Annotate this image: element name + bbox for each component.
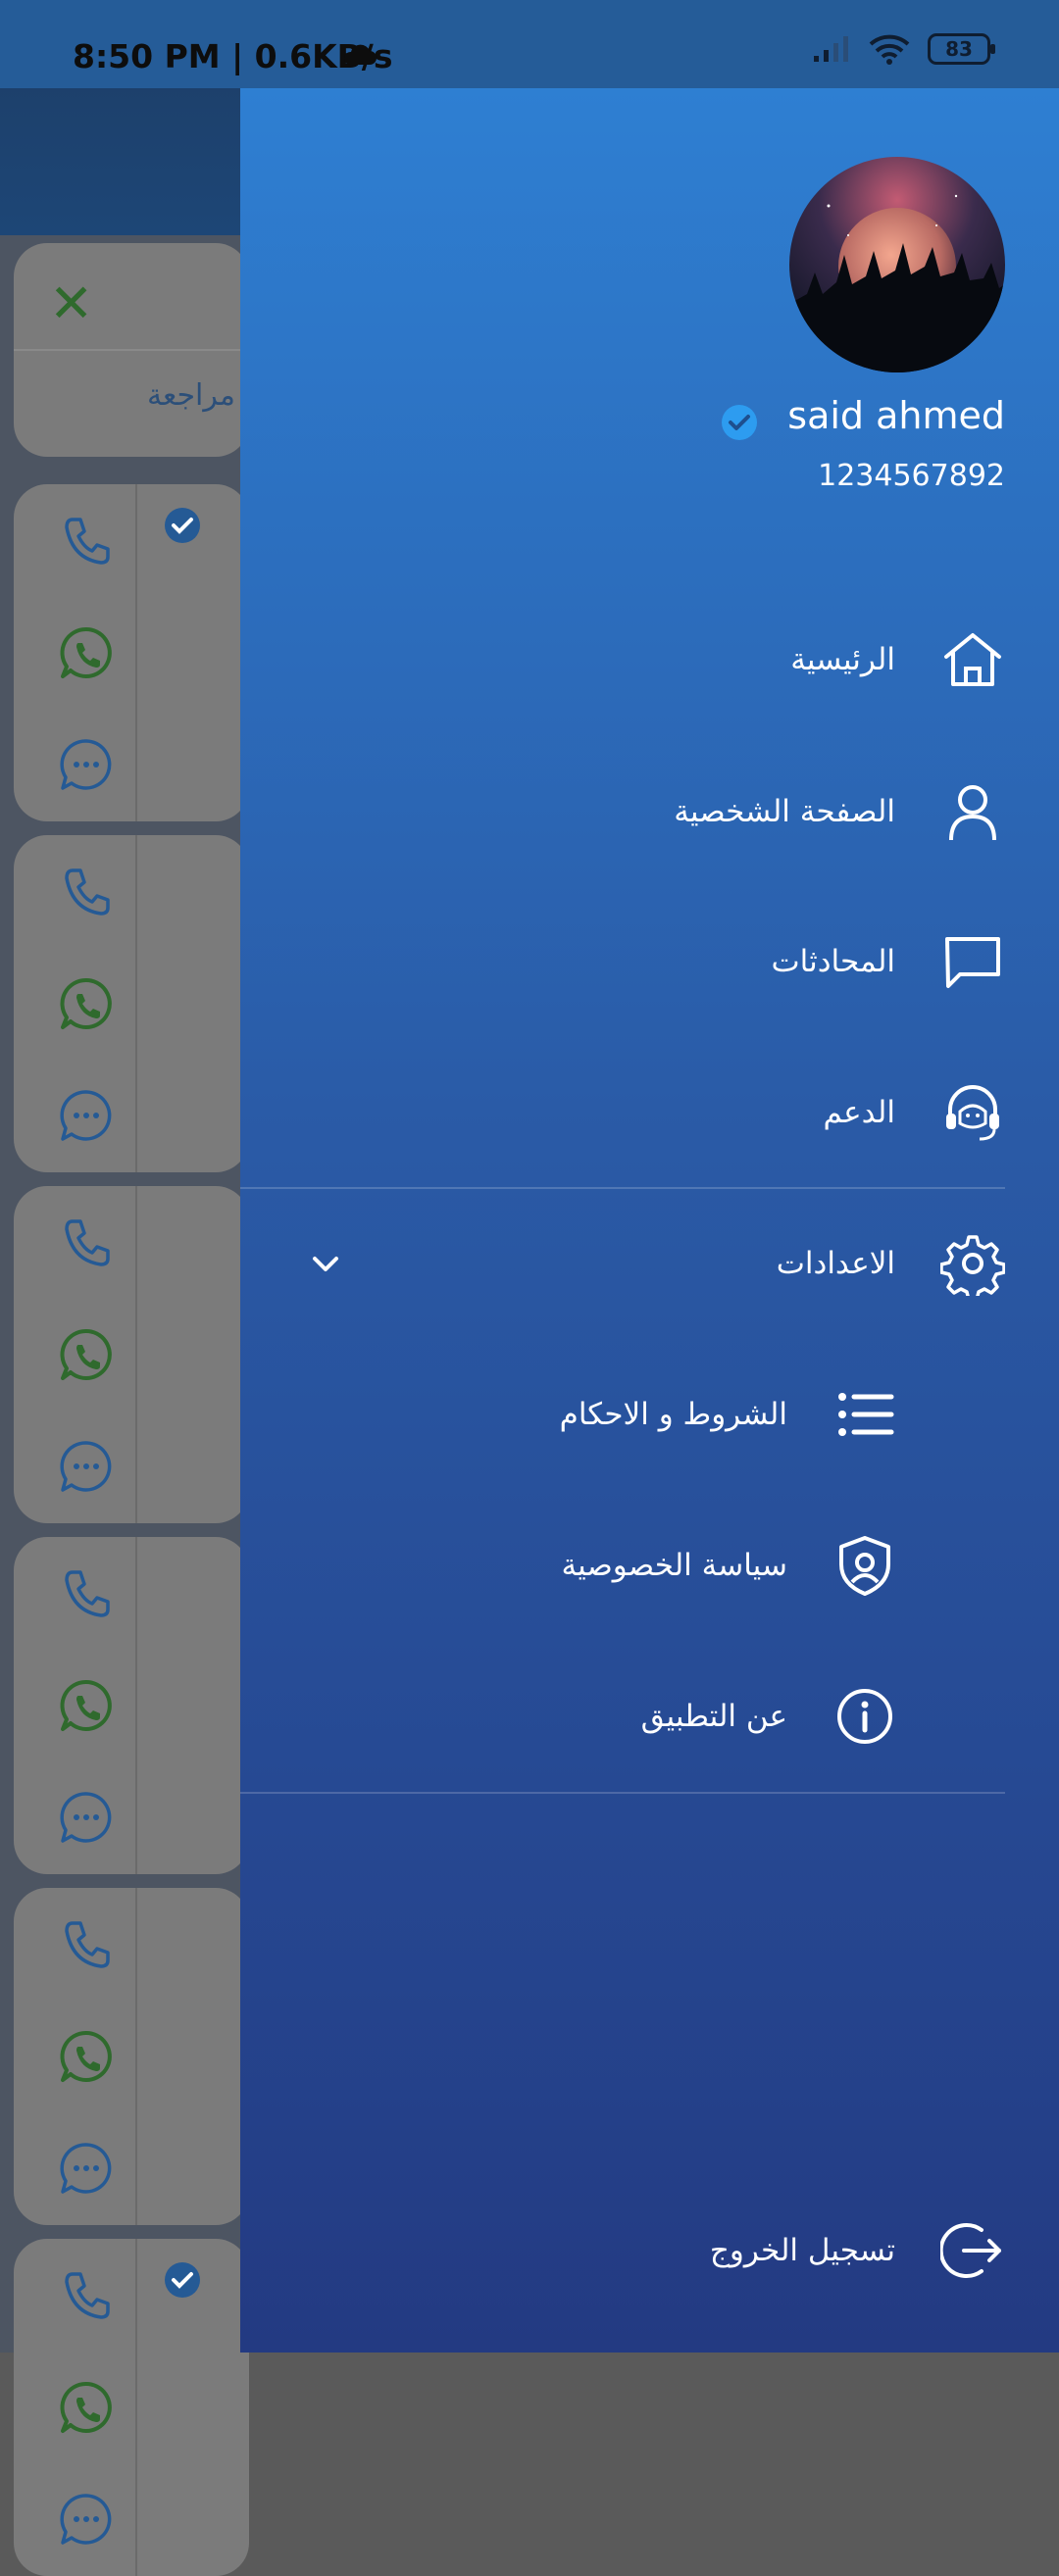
gear-icon [940,1235,1005,1296]
card-divider [135,1186,137,1523]
submenu-item-about[interactable]: عن التطبيق [641,1684,897,1749]
chat-icon [945,937,1000,988]
menu-divider [240,1187,1005,1189]
whatsapp-icon[interactable] [57,974,116,1033]
whatsapp-icon[interactable] [57,623,116,682]
logout-icon [940,2223,1001,2278]
signal-icon [814,36,848,62]
menu-item-logout-label: تسجيل الخروج [709,2233,895,2268]
close-icon[interactable]: ✕ [49,272,93,334]
message-icon[interactable] [57,1086,116,1145]
message-icon[interactable] [57,2139,116,2198]
checked-badge-icon [163,506,202,545]
menu-item-chats[interactable]: المحادثات [772,929,1006,994]
card-divider [135,1537,137,1874]
review-card: ✕ مراجعة [14,243,249,457]
menu-item-home-label: الرئيسية [790,642,895,677]
list-icon [838,1393,894,1436]
menu-item-support-label: الدعم [823,1095,895,1130]
whatsapp-icon[interactable] [57,2027,116,2086]
message-icon[interactable] [57,2490,116,2549]
message-icon[interactable] [57,1437,116,1496]
menu-item-settings[interactable]: الاعدادات [777,1231,1005,1296]
menu-item-chats-label: المحادثات [771,944,896,979]
whatsapp-icon[interactable] [57,1676,116,1735]
user-name: said ahmed [787,394,1005,437]
submenu-item-about-label: عن التطبيق [640,1699,787,1734]
card-divider [135,1888,137,2225]
contact-card [14,835,249,1172]
menu-item-settings-label: الاعدادات [776,1246,895,1281]
phone-icon[interactable] [57,1214,116,1272]
status-bar: 8:50 PM | 0.6KB/s 83 [0,0,1059,88]
phone-icon[interactable] [57,863,116,921]
navigation-drawer: said ahmed 1234567892 الرئيسية الصفحة ال… [240,88,1059,2353]
shield-icon [839,1536,890,1596]
menu-item-home[interactable]: الرئيسية [790,627,1005,692]
card-divider [135,835,137,1172]
card-divider [135,2239,137,2576]
contact-card [14,1888,249,2225]
contact-card [14,484,249,821]
submenu-item-terms-label: الشروط و الاحكام [559,1397,787,1432]
info-icon [837,1689,892,1744]
submenu-item-privacy-label: سياسة الخصوصية [561,1548,788,1583]
menu-item-logout[interactable]: تسجيل الخروج [710,2218,1005,2283]
contact-card [14,2239,249,2576]
submenu-item-terms[interactable]: الشروط و الاحكام [560,1382,897,1447]
contact-card [14,1537,249,1874]
review-label: مراجعة [146,378,235,413]
home-icon [944,633,1001,686]
menu-item-profile[interactable]: الصفحة الشخصية [674,779,1005,844]
phone-icon[interactable] [57,1915,116,1974]
user-icon [949,785,996,841]
battery-level: 83 [945,37,973,61]
card-divider [14,349,249,351]
menu-item-profile-label: الصفحة الشخصية [674,794,895,829]
headset-icon [946,1085,999,1141]
whatsapp-icon[interactable] [57,1325,116,1384]
phone-icon[interactable] [57,2266,116,2325]
battery-icon: 83 [928,33,995,65]
verified-badge-icon [722,405,757,440]
contact-card [14,1186,249,1523]
whatsapp-icon[interactable] [57,2378,116,2437]
menu-item-support[interactable]: الدعم [824,1080,1005,1145]
chevron-down-icon[interactable] [309,1247,342,1280]
card-divider [135,484,137,821]
wifi-icon [869,34,910,65]
menu-divider [240,1792,1005,1794]
submenu-item-privacy[interactable]: سياسة الخصوصية [562,1533,898,1598]
message-icon[interactable] [57,1788,116,1847]
cloud-icon [343,44,377,65]
phone-icon[interactable] [57,1564,116,1623]
user-phone: 1234567892 [818,459,1005,493]
message-icon[interactable] [57,735,116,794]
checked-badge-icon [163,2260,202,2300]
phone-icon[interactable] [57,512,116,570]
avatar[interactable] [789,157,1005,372]
